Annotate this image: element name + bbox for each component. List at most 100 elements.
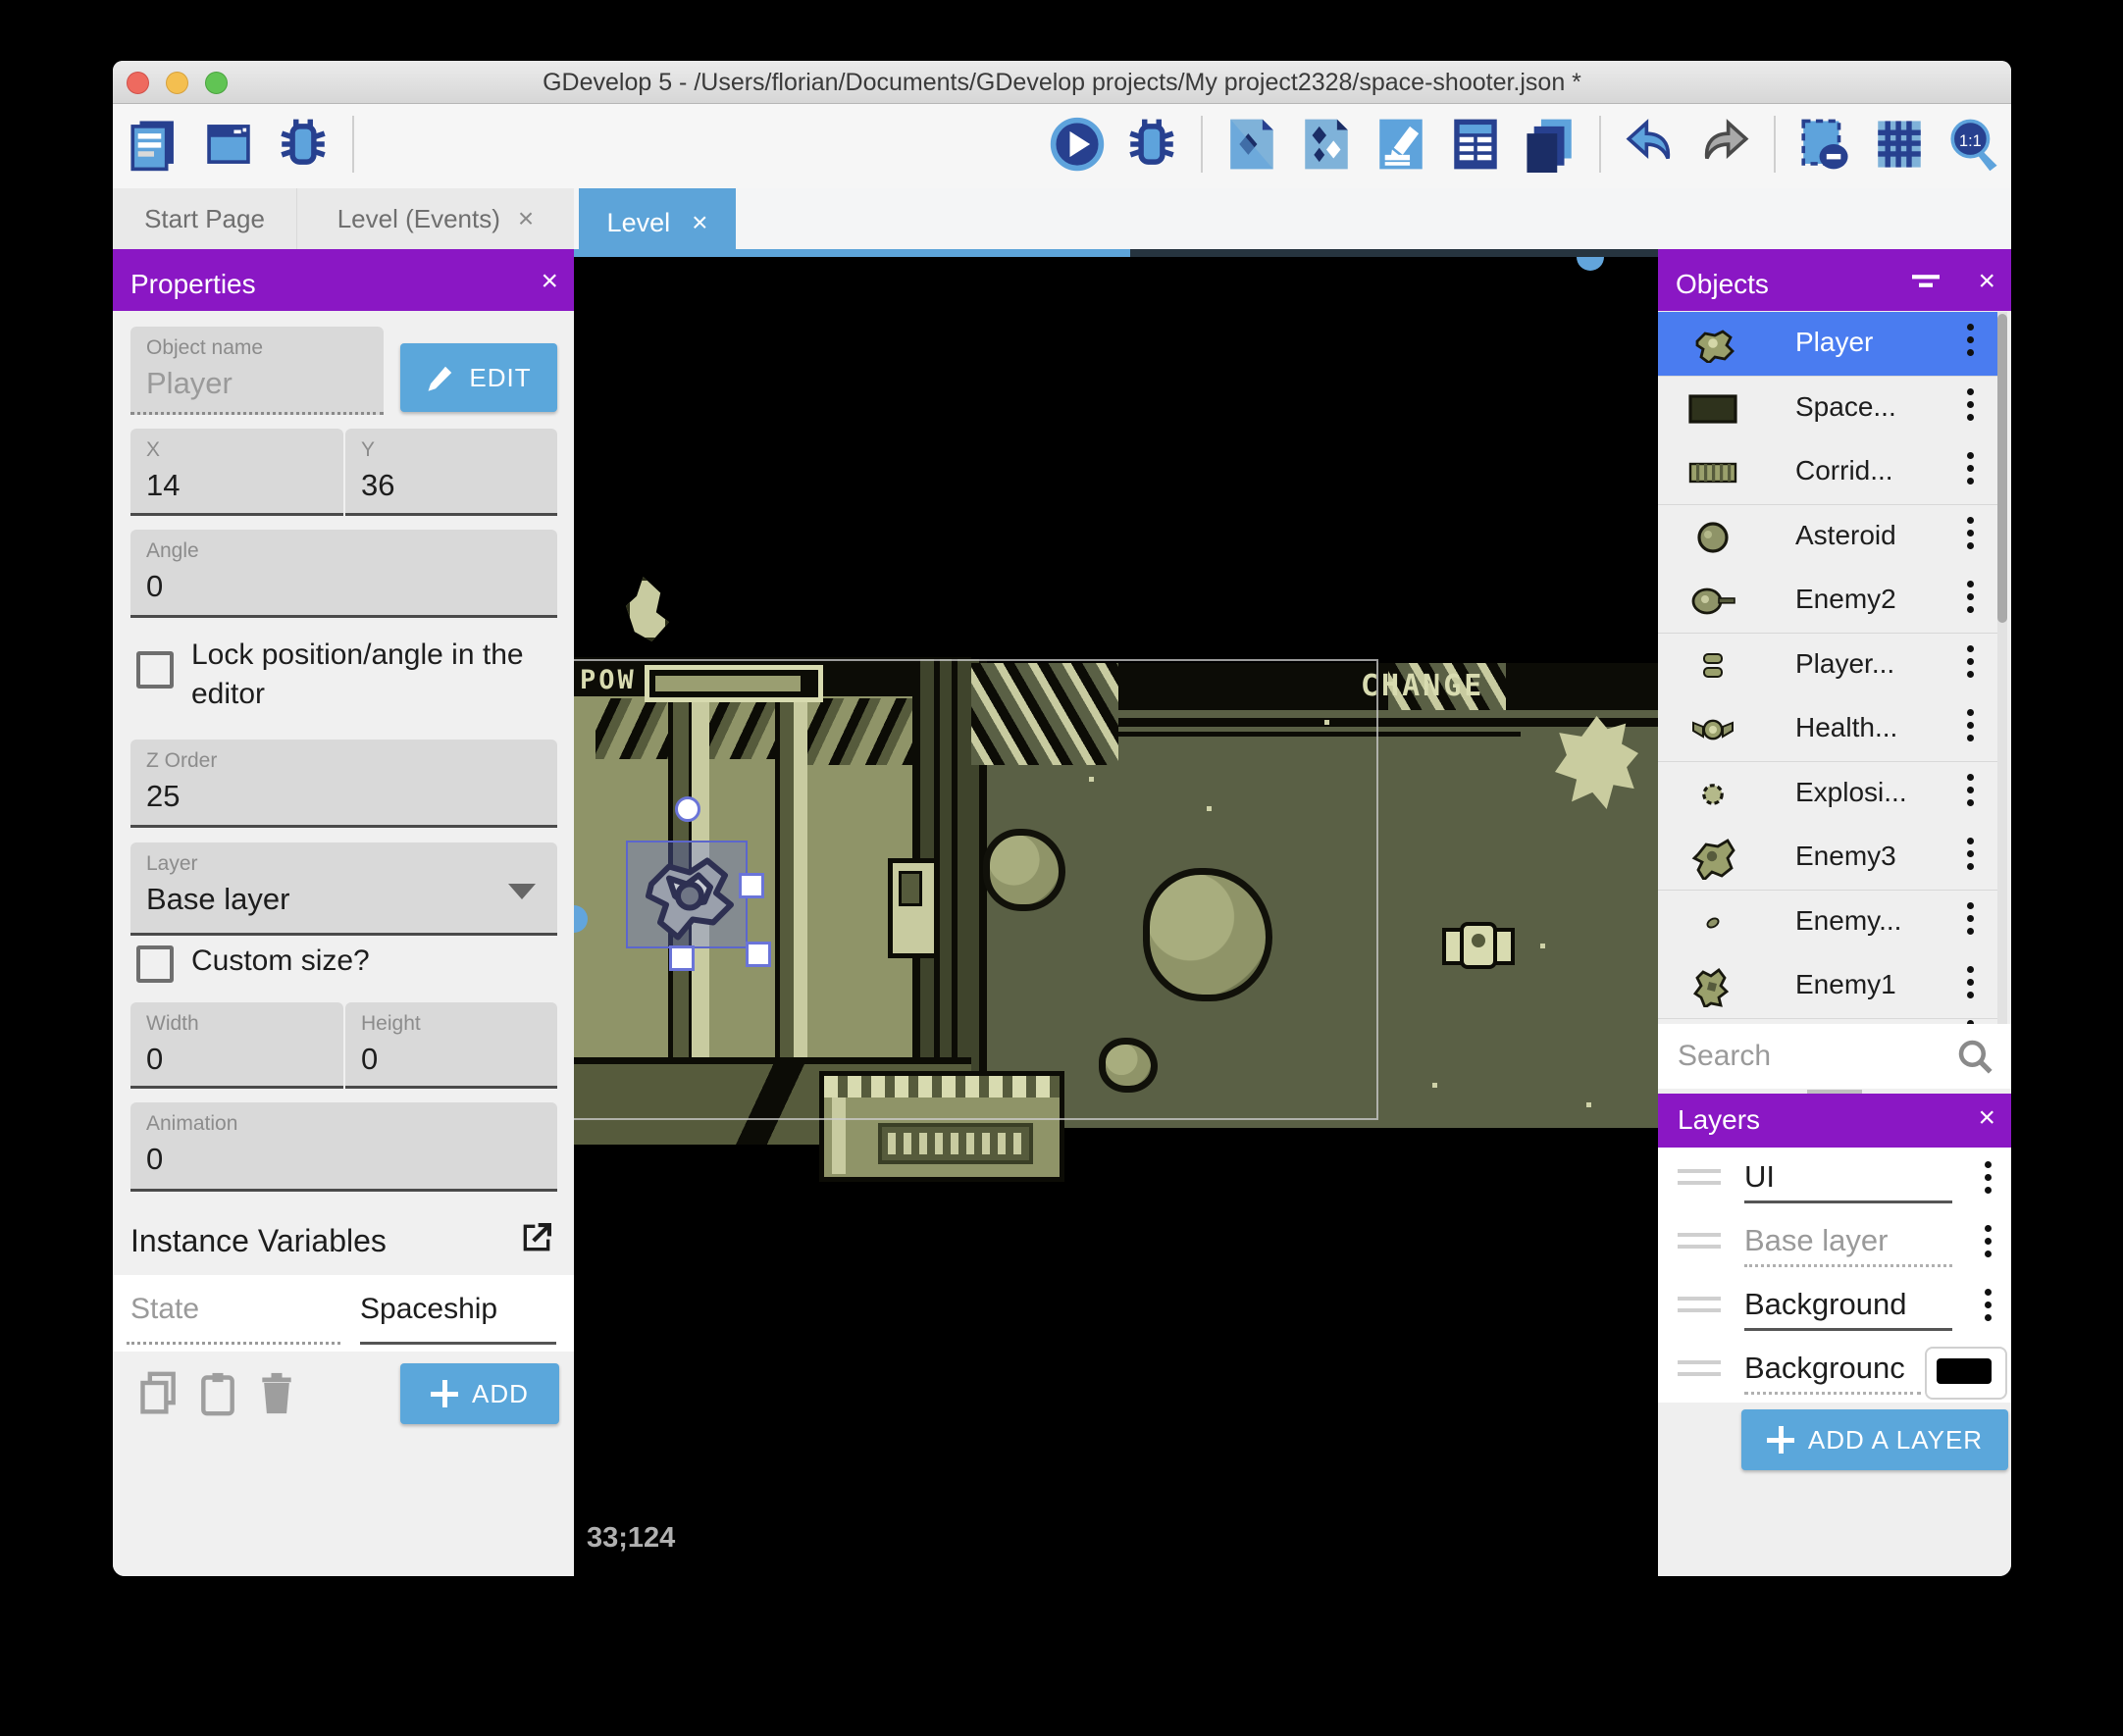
- layers-editor-icon[interactable]: [1521, 114, 1579, 175]
- y-position-field[interactable]: Y 36: [345, 429, 557, 516]
- search-input[interactable]: [1676, 1034, 1944, 1079]
- lock-position-checkbox[interactable]: [136, 651, 174, 689]
- debug-preview-icon[interactable]: [1122, 114, 1181, 175]
- layer-row-base-layer[interactable]: Base layer: [1658, 1211, 2011, 1275]
- tab-level[interactable]: Level ×: [579, 188, 736, 257]
- rotate-handle[interactable]: [675, 796, 700, 822]
- layer-name[interactable]: Base layer: [1744, 1223, 1888, 1258]
- width-field[interactable]: Width 0: [130, 1002, 343, 1089]
- object-list-item-asteroid[interactable]: Asteroid: [1658, 505, 1997, 570]
- objects-scrollbar-thumb[interactable]: [1997, 314, 2007, 623]
- scene-canvas[interactable]: POW CHANGE 33;124: [574, 257, 1658, 1576]
- zoom-1-1-icon[interactable]: 1:1: [1944, 114, 2003, 175]
- resize-handle-corner[interactable]: [746, 942, 771, 967]
- add-variable-button[interactable]: ADD: [400, 1363, 559, 1424]
- object-list-item-enemy3[interactable]: Enemy3: [1658, 826, 1997, 891]
- z-order-field[interactable]: Z Order 25: [130, 740, 557, 828]
- object-list-item-health[interactable]: Health...: [1658, 697, 1997, 762]
- object-list-item-player-bullet[interactable]: Player...: [1658, 634, 1997, 698]
- paste-icon[interactable]: [196, 1370, 239, 1417]
- delete-icon[interactable]: [255, 1370, 298, 1417]
- resize-handle-right[interactable]: [739, 873, 764, 898]
- object-list-item-player[interactable]: Player: [1658, 312, 1997, 377]
- layer-row-background[interactable]: Background: [1658, 1275, 2011, 1339]
- resize-handle-bottom[interactable]: [669, 945, 695, 971]
- health-pickup-sprite[interactable]: [1442, 922, 1515, 973]
- animation-field[interactable]: Animation 0: [130, 1102, 557, 1192]
- x-position-field[interactable]: X 14: [130, 429, 343, 516]
- object-list-item-corridor[interactable]: Corrid...: [1658, 440, 1997, 505]
- drag-handle-icon[interactable]: [1678, 1297, 1721, 1312]
- object-menu-button[interactable]: [1967, 838, 1974, 870]
- layer-name[interactable]: Background: [1744, 1287, 1906, 1322]
- custom-size-checkbox[interactable]: [136, 945, 174, 983]
- object-list-item-space[interactable]: Space...: [1658, 377, 1997, 441]
- object-menu-button[interactable]: [1967, 645, 1974, 678]
- instances-list-icon[interactable]: [1446, 114, 1505, 175]
- object-menu-button[interactable]: [1967, 452, 1974, 485]
- layer-color-swatch[interactable]: [1925, 1347, 2007, 1400]
- layer-name[interactable]: UI: [1744, 1159, 1775, 1195]
- enemy1-icon: [1685, 966, 1740, 1007]
- instance-variable-row[interactable]: State Spaceship: [113, 1275, 574, 1352]
- object-menu-button[interactable]: [1967, 902, 1974, 935]
- object-list-item-explosion[interactable]: Explosi...: [1658, 762, 1997, 827]
- preview-window-icon[interactable]: [199, 114, 258, 175]
- layer-row-background2[interactable]: Backgrounc: [1658, 1339, 2011, 1403]
- object-menu-button[interactable]: [1967, 517, 1974, 549]
- drag-handle-icon[interactable]: [1678, 1169, 1721, 1185]
- objects-editor-icon[interactable]: [1222, 114, 1281, 175]
- redo-icon[interactable]: [1695, 114, 1754, 175]
- close-panel-icon[interactable]: ×: [1978, 265, 1995, 298]
- object-menu-button[interactable]: [1967, 774, 1974, 806]
- objects-panel-header: Objects ×: [1658, 257, 2011, 311]
- height-field[interactable]: Height 0: [345, 1002, 557, 1089]
- object-menu-button[interactable]: [1967, 324, 1974, 356]
- object-list-item-enemy2[interactable]: Enemy2: [1658, 569, 1997, 634]
- field-value: 0: [361, 1042, 379, 1076]
- object-menu-button[interactable]: [1967, 966, 1974, 998]
- panel-resize-handle-top[interactable]: [1577, 257, 1604, 271]
- tab-level-events[interactable]: Level (Events) ×: [297, 188, 574, 249]
- window-mask-icon[interactable]: [1795, 114, 1854, 175]
- layer-name[interactable]: Backgrounc: [1744, 1351, 1905, 1386]
- debris-sprite[interactable]: [626, 577, 669, 641]
- layer-row-ui[interactable]: UI: [1658, 1148, 2011, 1211]
- object-label: Player...: [1795, 648, 1895, 679]
- object-menu-button[interactable]: [1967, 709, 1974, 741]
- close-panel-icon[interactable]: ×: [541, 265, 558, 298]
- object-list-item-enemy-bullet[interactable]: Enemy...: [1658, 891, 1997, 955]
- open-in-new-icon[interactable]: [517, 1218, 556, 1257]
- project-manager-icon[interactable]: [125, 114, 183, 175]
- object-list-item-enemy1[interactable]: Enemy1: [1658, 954, 1997, 1019]
- edit-object-button[interactable]: EDIT: [400, 343, 557, 412]
- object-name-field[interactable]: Object name Player: [130, 327, 384, 415]
- debugger-icon[interactable]: [274, 114, 333, 175]
- object-menu-button[interactable]: [1967, 388, 1974, 421]
- selected-instance-player[interactable]: [626, 841, 748, 948]
- close-tab-icon[interactable]: ×: [692, 207, 707, 238]
- scene-properties-icon[interactable]: [1372, 114, 1430, 175]
- drag-handle-icon[interactable]: [1678, 1233, 1721, 1249]
- angle-field[interactable]: Angle 0: [130, 530, 557, 618]
- drag-handle-icon[interactable]: [1678, 1360, 1721, 1376]
- close-panel-icon[interactable]: ×: [1978, 1101, 1995, 1135]
- object-menu-button[interactable]: [1967, 581, 1974, 613]
- close-tab-icon[interactable]: ×: [518, 203, 534, 234]
- layer-menu-button[interactable]: [1985, 1161, 1992, 1194]
- play-preview-icon[interactable]: [1048, 114, 1107, 175]
- field-value: 25: [146, 779, 181, 813]
- layer-menu-button[interactable]: [1985, 1289, 1992, 1321]
- copy-icon[interactable]: [137, 1370, 181, 1417]
- layer-select[interactable]: Layer Base layer: [130, 842, 557, 936]
- variable-name[interactable]: State: [130, 1293, 199, 1326]
- layer-menu-button[interactable]: [1985, 1225, 1992, 1257]
- undo-icon[interactable]: [1621, 114, 1680, 175]
- object-groups-icon[interactable]: [1297, 114, 1356, 175]
- variable-value[interactable]: Spaceship: [360, 1293, 497, 1326]
- filter-icon[interactable]: [1909, 271, 1942, 298]
- add-layer-button[interactable]: ADD A LAYER: [1741, 1409, 2008, 1470]
- grid-icon[interactable]: [1870, 114, 1929, 175]
- tab-start-page[interactable]: Start Page: [113, 188, 297, 249]
- space-tile-icon: [1685, 388, 1740, 430]
